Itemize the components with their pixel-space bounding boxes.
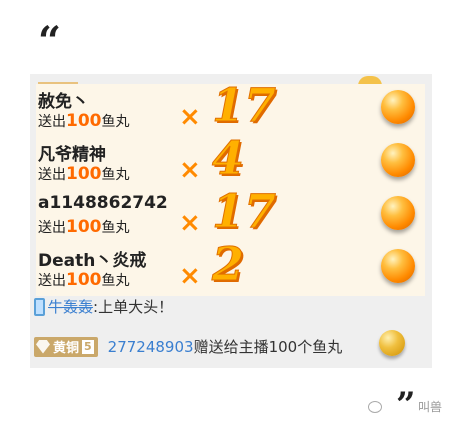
gift-sender-name[interactable]: a1148862742 [38,193,168,213]
gift-notice-message: 黄铜 5 277248903 赠送给主播100个鱼丸 [34,336,342,357]
gift-item: 鱼丸 [101,273,130,289]
gift-verb: 送出 [38,273,66,289]
combo-multiplier-sign: × [179,155,201,185]
combo-multiplier-sign: × [179,102,201,132]
fish-ball-icon [381,249,415,283]
combo-multiplier-sign: × [179,261,201,291]
fan-badge-level: 5 [82,339,94,354]
chat-username[interactable]: 277248903 [108,338,194,356]
gift-banner-stack: 赦免丶 送出100鱼丸 × 17 凡爷精神 送出100鱼丸 × 4 a11488… [36,78,425,296]
wechat-icon [368,400,382,413]
gift-verb: 送出 [38,220,66,236]
chat-text: 上单大头！ [98,298,174,316]
gift-sender-name[interactable]: 赦免丶 [38,87,89,112]
fish-ball-icon [379,330,405,356]
gift-item: 鱼丸 [101,167,130,183]
gift-sender-name[interactable]: 凡爷精神 [38,140,106,165]
combo-count: 17 [211,184,277,238]
gift-description: 送出100鱼丸 [38,217,130,237]
combo-count: 17 [211,78,277,132]
chat-message: 牛轰轰 : 上单大头！ [34,296,173,317]
gift-banner: a1148862742 送出100鱼丸 × 17 [36,184,425,242]
combo-count: 4 [211,131,245,185]
gift-banner: 凡爷精神 送出100鱼丸 × 4 [36,131,425,189]
gift-amount: 100 [66,111,102,131]
gift-amount: 100 [66,217,102,237]
fan-badge-label: 黄铜 [53,341,80,356]
gift-banner: 赦免丶 送出100鱼丸 × 17 [36,78,425,136]
gift-banner: Death丶炎戒 送出100鱼丸 × 2 [36,237,425,295]
gift-description: 送出100鱼丸 [38,111,130,131]
gift-amount: 100 [66,164,102,184]
gift-description: 送出100鱼丸 [38,164,130,184]
fish-ball-icon [381,143,415,177]
open-quote-mark: “ [38,18,62,65]
mobile-phone-icon [34,297,45,316]
combo-multiplier-sign: × [179,208,201,238]
fish-ball-icon [381,196,415,230]
combo-count: 2 [211,237,245,291]
diamond-icon [36,339,50,354]
chat-username[interactable]: 牛轰轰 [48,296,93,317]
fan-badge: 黄铜 5 [34,336,98,357]
gift-verb: 送出 [38,114,66,130]
gift-sender-name[interactable]: Death丶炎戒 [38,246,146,271]
gift-item: 鱼丸 [101,114,130,130]
close-quote-mark: ” [396,385,416,425]
gift-verb: 送出 [38,167,66,183]
gift-item: 鱼丸 [101,220,130,236]
fish-ball-icon [381,90,415,124]
gift-amount: 100 [66,270,102,290]
gift-description: 送出100鱼丸 [38,270,130,290]
gift-notice-text: 赠送给主播100个鱼丸 [193,338,343,356]
